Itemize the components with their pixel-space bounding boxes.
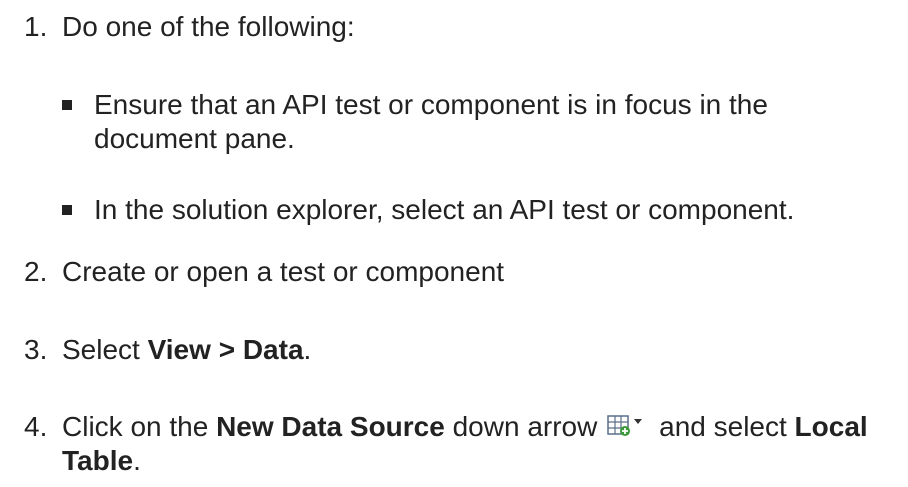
new-data-source-label: New Data Source xyxy=(216,411,445,442)
dropdown-arrow-icon xyxy=(634,419,643,424)
step-text-after-icon: and select xyxy=(651,411,795,442)
menu-path: View > Data xyxy=(147,334,304,365)
bullet-square-icon xyxy=(62,205,72,215)
step-3: 3. Select View > Data. xyxy=(24,333,898,367)
step-number: 3. xyxy=(24,334,48,365)
step-text-suffix: . xyxy=(303,334,312,365)
bullet-text: Ensure that an API test or component is … xyxy=(94,89,768,154)
step-text: Do one of the following: xyxy=(62,11,355,42)
step-1: 1. Do one of the following: xyxy=(24,10,898,44)
step-number: 4. xyxy=(24,411,48,442)
step-text-suffix: . xyxy=(133,445,141,476)
table-add-icon xyxy=(607,415,643,436)
step-number: 2. xyxy=(24,256,48,287)
step-4: 4. Click on the New Data Source down arr… xyxy=(24,410,898,478)
bullet-item-2: In the solution explorer, select an API … xyxy=(62,193,898,227)
step-text-prefix: Click on the xyxy=(62,411,217,442)
step-text: Create or open a test or component xyxy=(62,256,505,287)
step-text-prefix: Select xyxy=(62,334,148,365)
step-2: 2. Create or open a test or component xyxy=(24,255,898,289)
bullet-item-1: Ensure that an API test or component is … xyxy=(62,88,898,156)
step-text: Select View > Data. xyxy=(62,333,898,367)
step-text: Click on the New Data Source down arrow … xyxy=(62,410,898,478)
step-number: 1. xyxy=(24,11,48,42)
bullet-square-icon xyxy=(62,100,72,110)
step-text-middle: down arrow xyxy=(444,411,598,442)
bullet-text: In the solution explorer, select an API … xyxy=(94,194,795,225)
